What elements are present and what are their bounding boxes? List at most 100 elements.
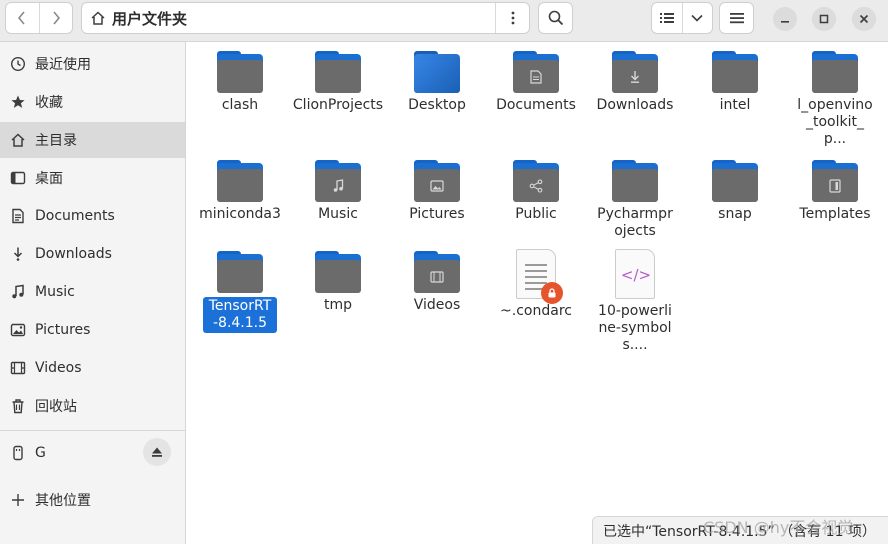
file-name-selected: TensorRT-8.4.1.5 xyxy=(203,297,277,333)
text-file-icon xyxy=(516,249,563,304)
folder-item[interactable]: TensorRT-8.4.1.5 xyxy=(188,251,292,333)
breadcrumb[interactable]: 用户文件夹 xyxy=(82,3,187,33)
sidebar-item-label: 回收站 xyxy=(35,399,77,415)
list-view-button[interactable] xyxy=(652,3,683,33)
folder-item[interactable]: Pycharmprojects xyxy=(583,160,687,240)
download-icon xyxy=(10,246,26,262)
plus-icon xyxy=(10,492,26,508)
list-view-icon xyxy=(659,13,674,23)
hamburger-menu-icon xyxy=(729,13,744,24)
folder-item[interactable]: Pictures xyxy=(385,160,489,223)
desktop-icon xyxy=(10,170,26,186)
sidebar-item-documents[interactable]: Documents xyxy=(0,198,185,234)
sidebar-item-recent[interactable]: 最近使用 xyxy=(0,46,185,82)
sidebar-item-other-locations[interactable]: 其他位置 xyxy=(0,482,185,518)
sidebar: 最近使用 收藏 主目录 桌面 Documents Downloads Music… xyxy=(0,42,186,544)
downloads-folder-icon xyxy=(612,51,658,93)
sidebar-item-label: G xyxy=(35,445,46,461)
file-item[interactable]: </> 10-powerline-symbols.... xyxy=(583,249,687,354)
folder-item[interactable]: Music xyxy=(286,160,390,223)
sidebar-item-desktop[interactable]: 桌面 xyxy=(0,160,185,196)
sidebar-item-label: Videos xyxy=(35,360,82,376)
trash-icon xyxy=(10,398,26,414)
folder-item[interactable]: tmp xyxy=(286,251,390,314)
file-name: Public xyxy=(515,206,557,222)
folder-item[interactable]: Documents xyxy=(484,51,588,114)
sidebar-item-label: Music xyxy=(35,284,75,300)
sidebar-item-label: 桌面 xyxy=(35,171,63,187)
search-icon xyxy=(548,10,563,26)
watermark: CSDN @hy不会视觉 xyxy=(703,518,854,537)
file-item[interactable]: ~.condarc xyxy=(484,249,588,320)
folder-item[interactable]: intel xyxy=(683,51,787,114)
folder-icon xyxy=(812,51,858,93)
video-icon xyxy=(430,270,444,283)
folder-icon xyxy=(217,160,263,202)
eject-button[interactable] xyxy=(143,438,171,466)
file-name: miniconda3 xyxy=(199,206,281,222)
file-name: Videos xyxy=(413,297,461,313)
folder-item[interactable]: l_openvino_toolkit_p... xyxy=(783,51,887,148)
folder-item[interactable]: Videos xyxy=(385,251,489,314)
sidebar-item-label: Downloads xyxy=(35,246,112,262)
header-bar: 用户文件夹 xyxy=(0,0,888,42)
code-file-icon: </> xyxy=(615,249,655,299)
file-name: ~.condarc xyxy=(500,303,572,319)
folder-item[interactable]: Templates xyxy=(783,160,887,223)
folder-icon xyxy=(217,51,263,93)
path-menu-button[interactable] xyxy=(495,3,529,33)
eject-icon xyxy=(152,447,162,457)
maximize-icon xyxy=(819,14,829,24)
folder-item[interactable]: Downloads xyxy=(583,51,687,114)
file-name: Pycharmprojects xyxy=(597,206,673,239)
picture-icon xyxy=(430,179,444,192)
sidebar-item-home[interactable]: 主目录 xyxy=(0,122,185,158)
folder-icon xyxy=(315,251,361,293)
folder-item[interactable]: miniconda3 xyxy=(188,160,292,223)
forward-button[interactable] xyxy=(40,3,73,33)
sidebar-item-starred[interactable]: 收藏 xyxy=(0,84,185,120)
file-name: clash xyxy=(221,97,259,113)
folder-item[interactable]: Public xyxy=(484,160,588,223)
back-button[interactable] xyxy=(6,3,40,33)
home-icon xyxy=(10,132,26,148)
chevron-right-icon xyxy=(53,11,60,25)
folder-icon xyxy=(315,51,361,93)
close-button[interactable] xyxy=(852,7,876,31)
sidebar-item-label: 其他位置 xyxy=(35,493,91,509)
folder-item[interactable]: ClionProjects xyxy=(286,51,390,114)
folder-icon xyxy=(217,251,263,293)
code-icon: </> xyxy=(620,266,652,284)
file-name: Downloads xyxy=(596,97,674,113)
music-icon xyxy=(333,178,344,192)
main-menu-button[interactable] xyxy=(719,2,754,34)
music-icon xyxy=(10,284,26,300)
pictures-folder-icon xyxy=(414,160,460,202)
search-button[interactable] xyxy=(538,2,573,34)
sidebar-item-music[interactable]: Music xyxy=(0,274,185,310)
lock-icon xyxy=(541,282,563,304)
sidebar-item-videos[interactable]: Videos xyxy=(0,350,185,386)
file-name: tmp xyxy=(323,297,352,313)
sidebar-item-downloads[interactable]: Downloads xyxy=(0,236,185,272)
sidebar-item-pictures[interactable]: Pictures xyxy=(0,312,185,348)
minimize-button[interactable] xyxy=(773,7,797,31)
sidebar-item-drive-g[interactable]: G xyxy=(0,435,185,471)
maximize-button[interactable] xyxy=(812,7,836,31)
view-options-button[interactable] xyxy=(683,3,713,33)
minimize-icon xyxy=(781,21,789,23)
file-name: Desktop xyxy=(408,97,466,113)
folder-item[interactable]: snap xyxy=(683,160,787,223)
usb-drive-icon xyxy=(10,445,26,461)
folder-icon xyxy=(612,160,658,202)
sidebar-item-trash[interactable]: 回收站 xyxy=(0,388,185,424)
sidebar-separator xyxy=(0,430,185,431)
folder-item[interactable]: Desktop xyxy=(385,51,489,114)
path-bar: 用户文件夹 xyxy=(81,2,530,34)
folder-item[interactable]: clash xyxy=(188,51,292,114)
file-name: l_openvino_toolkit_p... xyxy=(797,97,873,147)
document-icon xyxy=(530,69,542,84)
file-name: Documents xyxy=(496,97,576,113)
share-icon xyxy=(529,178,543,193)
video-icon xyxy=(10,360,26,376)
